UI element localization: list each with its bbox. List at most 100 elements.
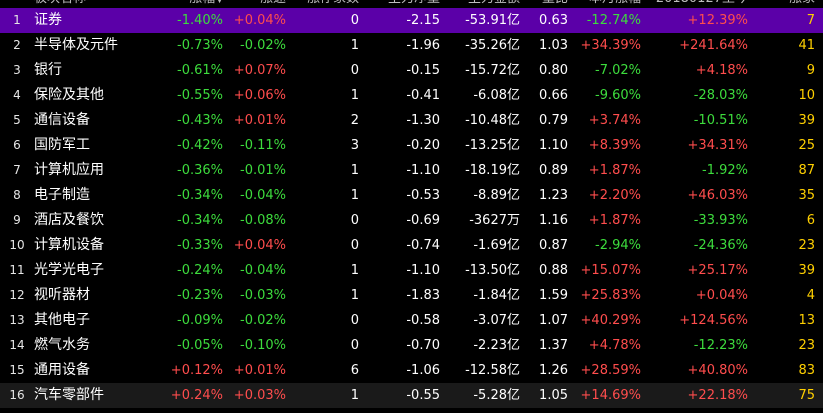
period-change: +12.39%	[687, 13, 748, 28]
sector-name: 电子制造	[34, 187, 90, 203]
sector-row[interactable]: 7 计算机应用 -0.36% -0.01% 1 -1.10 -18.19亿 0.89 +1.87…	[0, 158, 823, 183]
rise-count: 23	[798, 238, 815, 253]
header-name[interactable]: 板块名称	[34, 0, 86, 8]
limit-up-count: 0	[350, 13, 359, 28]
header-limit-up[interactable]: 涨停家数	[307, 0, 359, 8]
column-header: 板块名称 涨幅▼ 涨速 涨停家数 主力净量 主力金额 量比 本月涨幅 20180…	[0, 0, 823, 8]
month-change: -12.74%	[586, 13, 641, 28]
row-number: 5	[13, 113, 21, 127]
sector-row[interactable]: 6 国防军工 -0.42% -0.11% 3 -0.20 -13.25亿 1.10 +8.39%…	[0, 133, 823, 158]
sector-row[interactable]: 12 视听器材 -0.23% -0.03% 1 -1.83 -1.84亿 1.59 +25.83…	[0, 283, 823, 308]
change-percent: -0.24%	[177, 263, 223, 278]
row-number: 14	[9, 338, 25, 352]
period-change: +4.18%	[695, 63, 748, 78]
main-net-volume: -0.20	[406, 138, 440, 153]
header-speed[interactable]: 涨速	[260, 0, 286, 8]
change-speed: +0.04%	[233, 238, 286, 253]
header-rise-count[interactable]: 涨家	[789, 0, 815, 8]
volume-ratio: 0.88	[539, 263, 568, 278]
limit-up-count: 1	[350, 163, 359, 178]
change-percent: -0.34%	[177, 213, 223, 228]
volume-ratio: 0.89	[539, 163, 568, 178]
sector-row[interactable]: 14 燃气水务 -0.05% -0.10% 0 -0.70 -2.23亿 1.37 +4.78%…	[0, 333, 823, 358]
main-net-volume: -0.53	[406, 188, 440, 203]
main-net-volume: -0.74	[406, 238, 440, 253]
change-speed: -0.10%	[240, 338, 286, 353]
sector-row[interactable]: 2 半导体及元件 -0.73% -0.02% 1 -1.96 -35.26亿 1.03 +34.…	[0, 33, 823, 58]
sector-name: 银行	[34, 62, 62, 78]
rise-count: 13	[798, 313, 815, 328]
period-change: -10.51%	[693, 113, 748, 128]
header-volume-ratio[interactable]: 量比	[542, 0, 568, 8]
rise-count: 9	[806, 63, 815, 78]
sort-desc-icon: ▼	[216, 0, 223, 5]
sector-name: 视听器材	[34, 287, 90, 303]
main-net-volume: -0.70	[406, 338, 440, 353]
sector-name: 光学光电子	[34, 262, 104, 278]
main-net-amount: -10.48亿	[465, 113, 520, 128]
limit-up-count: 1	[350, 188, 359, 203]
main-net-amount: -53.91亿	[465, 13, 520, 28]
main-net-amount: -2.23亿	[473, 338, 520, 353]
sector-name: 通信设备	[34, 112, 90, 128]
change-speed: +0.03%	[233, 388, 286, 403]
sector-row[interactable]: 8 电子制造 -0.34% -0.04% 1 -0.53 -8.89亿 1.23 +2.20% +…	[0, 183, 823, 208]
row-number: 12	[9, 288, 25, 302]
main-net-amount: -3627万	[469, 213, 520, 228]
change-percent: -0.42%	[177, 138, 223, 153]
sector-row[interactable]: 4 保险及其他 -0.55% +0.06% 1 -0.41 -6.08亿 0.66 -9.60%…	[0, 83, 823, 108]
row-number: 15	[9, 363, 25, 377]
sector-row[interactable]: 10 计算机设备 -0.33% +0.04% 0 -0.74 -1.69亿 0.87 -2.94…	[0, 233, 823, 258]
rise-count: 6	[806, 213, 815, 228]
sector-row[interactable]: 16 汽车零部件 +0.24% +0.03% 1 -0.55 -5.28亿 1.05 +14.6…	[0, 383, 823, 408]
change-speed: -0.04%	[240, 263, 286, 278]
row-number: 8	[13, 188, 21, 202]
month-change: +1.87%	[588, 163, 641, 178]
header-month-change[interactable]: 本月涨幅	[589, 0, 641, 8]
main-net-amount: -35.26亿	[465, 38, 520, 53]
limit-up-count: 0	[350, 213, 359, 228]
rise-count: 75	[798, 388, 815, 403]
month-change: +15.07%	[580, 263, 641, 278]
sector-row[interactable]: 5 通信设备 -0.43% +0.01% 2 -1.30 -10.48亿 0.79 +3.74%…	[0, 108, 823, 133]
rise-count: 87	[798, 163, 815, 178]
month-change: -7.02%	[595, 63, 641, 78]
sector-row[interactable]: 1 证券 -1.40% +0.04% 0 -2.15 -53.91亿 0.63 -12.74% +…	[0, 8, 823, 33]
main-net-amount: -8.89亿	[473, 188, 520, 203]
header-main-net[interactable]: 主力净量	[388, 0, 440, 8]
period-change: +124.56%	[679, 313, 748, 328]
change-speed: -0.03%	[240, 288, 286, 303]
main-net-amount: -3.07亿	[473, 313, 520, 328]
change-percent: -0.34%	[177, 188, 223, 203]
change-percent: +0.12%	[170, 363, 223, 378]
volume-ratio: 1.16	[539, 213, 568, 228]
limit-up-count: 0	[350, 238, 359, 253]
main-net-amount: -1.84亿	[473, 288, 520, 303]
sector-row[interactable]: 11 光学光电子 -0.24% -0.04% 1 -1.10 -13.50亿 0.88 +15.…	[0, 258, 823, 283]
rise-count: 41	[798, 38, 815, 53]
volume-ratio: 0.66	[539, 88, 568, 103]
sector-row[interactable]: 9 酒店及餐饮 -0.34% -0.08% 0 -0.69 -3627万 1.16 +1.87%…	[0, 208, 823, 233]
volume-ratio: 0.80	[539, 63, 568, 78]
volume-ratio: 1.10	[539, 138, 568, 153]
header-main-amount[interactable]: 主力金额	[468, 0, 520, 8]
main-net-volume: -1.10	[406, 163, 440, 178]
sector-row[interactable]: 3 银行 -0.61% +0.07% 0 -0.15 -15.72亿 0.80 -7.02% +4…	[0, 58, 823, 83]
header-change[interactable]: 涨幅▼	[189, 0, 223, 8]
sector-row[interactable]: 15 通用设备 +0.12% +0.01% 6 -1.06 -12.58亿 1.26 +28.5…	[0, 358, 823, 383]
rise-count: 39	[798, 113, 815, 128]
period-change: -1.92%	[702, 163, 748, 178]
change-speed: +0.06%	[233, 88, 286, 103]
period-change: +46.03%	[687, 188, 748, 203]
limit-up-count: 1	[350, 38, 359, 53]
sector-row[interactable]: 13 其他电子 -0.09% -0.02% 0 -0.58 -3.07亿 1.07 +40.29…	[0, 308, 823, 333]
month-change: -2.94%	[595, 238, 641, 253]
rise-count: 4	[806, 288, 815, 303]
limit-up-count: 1	[350, 263, 359, 278]
main-net-amount: -18.19亿	[465, 163, 520, 178]
period-change: -28.03%	[693, 88, 748, 103]
header-ytd-change[interactable]: 20180127至今	[656, 0, 748, 8]
main-net-volume: -2.15	[406, 13, 440, 28]
change-percent: -0.43%	[177, 113, 223, 128]
rise-count: 25	[798, 138, 815, 153]
